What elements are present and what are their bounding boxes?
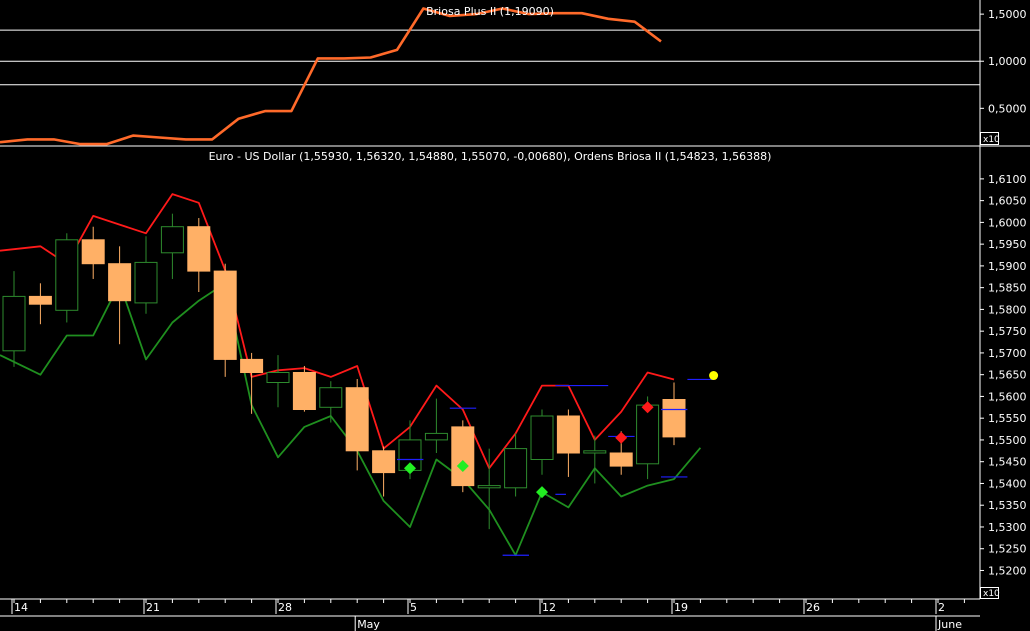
- x-month-label: May: [357, 618, 380, 631]
- candle-body: [160, 226, 184, 254]
- candle-body: [240, 358, 264, 373]
- x-day-label: 26: [806, 601, 820, 614]
- y-tick-label: 1,6100: [988, 173, 1027, 186]
- y-tick-label: 1,5750: [988, 325, 1027, 338]
- y-tick-label: 1,5300: [988, 521, 1027, 534]
- y-tick-label: 1,0000: [988, 55, 1027, 68]
- candle: [55, 233, 79, 323]
- x-day-label: 28: [278, 601, 292, 614]
- price-multiplier-label: x10: [983, 589, 1000, 599]
- y-tick-label: 1,5850: [988, 282, 1027, 295]
- chart-background: [0, 0, 1030, 631]
- indicator-multiplier-label: x10: [983, 135, 1000, 145]
- y-tick-label: 1,5450: [988, 456, 1027, 469]
- candle: [292, 365, 316, 412]
- indicator-title: Briosa Plus II (1,19090): [426, 5, 554, 18]
- y-tick-label: 1,5500: [988, 434, 1027, 447]
- candle-body: [319, 387, 343, 408]
- x-day-label: 14: [14, 601, 28, 614]
- y-tick-label: 1,6050: [988, 195, 1027, 208]
- x-day-label: 19: [674, 601, 688, 614]
- chart-window: Briosa Plus II (1,19090) 1,5000 1,0000 0,5…: [0, 0, 1030, 631]
- y-tick-label: 1,5350: [988, 499, 1027, 512]
- y-tick-label: 1,5800: [988, 303, 1027, 316]
- candle-body: [266, 372, 290, 383]
- y-tick-label: 1,5700: [988, 347, 1027, 360]
- candle-body: [424, 432, 448, 441]
- last-price-marker: [709, 371, 719, 381]
- y-tick-label: 1,5000: [988, 8, 1027, 21]
- x-day-label: 2: [938, 601, 945, 614]
- candle-body: [187, 226, 211, 272]
- y-tick-label: 1,5950: [988, 238, 1027, 251]
- y-tick-label: 1,5650: [988, 369, 1027, 382]
- candle-body: [451, 426, 475, 487]
- candle: [213, 263, 237, 377]
- candle-body: [28, 295, 52, 305]
- y-tick-label: 1,5250: [988, 543, 1027, 556]
- candle-body: [2, 295, 26, 352]
- y-tick-label: 1,5550: [988, 412, 1027, 425]
- candle-body: [477, 485, 501, 489]
- candle-body: [583, 450, 607, 454]
- y-tick-label: 1,5600: [988, 390, 1027, 403]
- candle-body: [55, 239, 79, 311]
- candle-body: [81, 239, 105, 265]
- candle-body: [504, 448, 528, 489]
- y-tick-label: 1,5900: [988, 260, 1027, 273]
- x-day-label: 5: [410, 601, 417, 614]
- candle-body: [292, 372, 316, 410]
- candle: [451, 420, 475, 493]
- y-tick-label: 1,5200: [988, 564, 1027, 577]
- y-tick-label: 0,5000: [988, 102, 1027, 115]
- candle-body: [609, 452, 633, 467]
- candle-body: [372, 450, 396, 474]
- candle-body: [636, 404, 660, 465]
- x-month-label: June: [937, 618, 962, 631]
- candle-body: [530, 415, 554, 460]
- candle-body: [345, 387, 369, 452]
- price-title: Euro - US Dollar (1,55930, 1,56320, 1,54…: [209, 150, 772, 163]
- candle-body: [134, 261, 158, 304]
- x-day-label: 12: [542, 601, 556, 614]
- x-day-label: 21: [146, 601, 160, 614]
- candle-body: [662, 399, 686, 438]
- candle-body: [108, 263, 132, 302]
- y-tick-label: 1,6000: [988, 216, 1027, 229]
- candle-body: [556, 415, 580, 454]
- candle-body: [213, 270, 237, 360]
- y-tick-label: 1,5400: [988, 477, 1027, 490]
